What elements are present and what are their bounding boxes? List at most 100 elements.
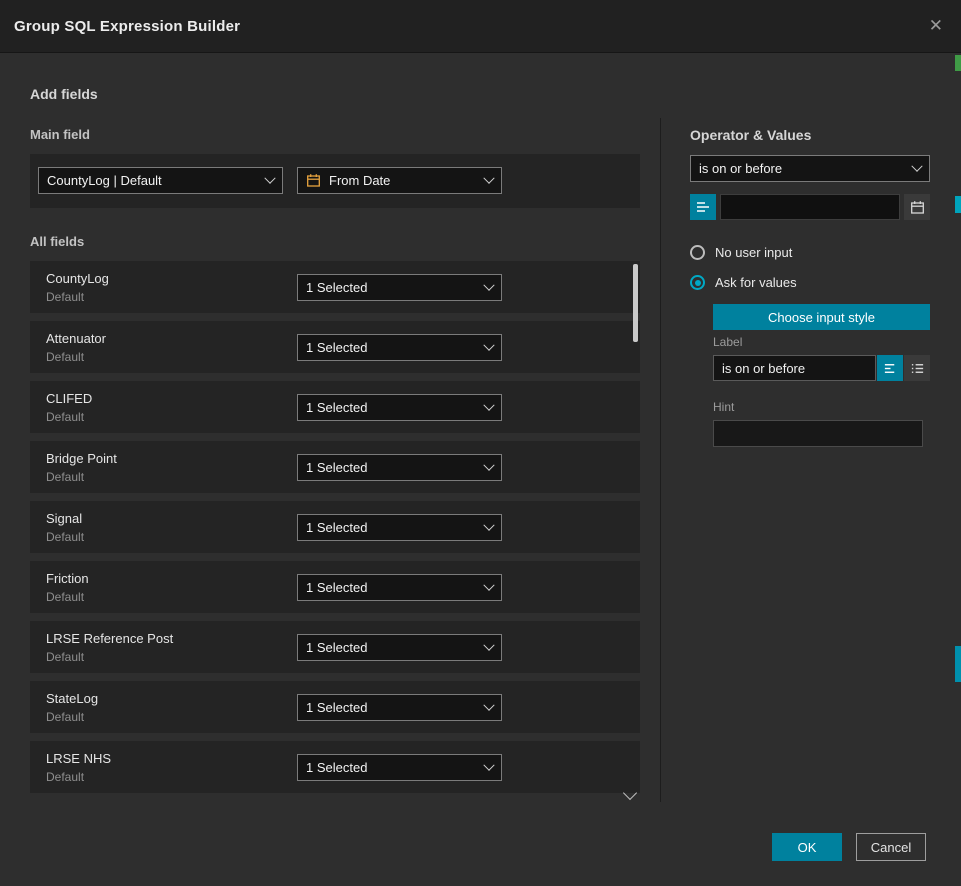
- label-row: [713, 355, 930, 381]
- ok-button[interactable]: OK: [772, 833, 842, 861]
- field-name: Attenuator: [46, 331, 297, 346]
- main-field-label: Main field: [30, 127, 90, 142]
- field-row: Attenuator Default 1 Selected: [30, 321, 640, 373]
- close-icon[interactable]: ✕: [929, 0, 943, 52]
- field-row: Signal Default 1 Selected: [30, 501, 640, 553]
- hint-input[interactable]: [713, 420, 923, 447]
- chevron-down-icon: [483, 639, 494, 650]
- field-selection-dropdown[interactable]: 1 Selected: [297, 334, 502, 361]
- chevron-down-icon: [483, 279, 494, 290]
- add-fields-heading: Add fields: [30, 86, 98, 102]
- field-subtitle: Default: [46, 470, 297, 484]
- field-selection-dropdown[interactable]: 1 Selected: [297, 694, 502, 721]
- field-selection-dropdown[interactable]: 1 Selected: [297, 274, 502, 301]
- field-selection-value: 1 Selected: [306, 520, 477, 535]
- field-subtitle: Default: [46, 410, 297, 424]
- field-row: CLIFED Default 1 Selected: [30, 381, 640, 433]
- value-row: [690, 194, 930, 220]
- ask-for-values-radio[interactable]: Ask for values: [690, 275, 797, 290]
- field-name: StateLog: [46, 691, 297, 706]
- operator-dropdown-value: is on or before: [699, 161, 905, 176]
- list-input-style-icon[interactable]: [904, 355, 930, 381]
- field-name: Friction: [46, 571, 297, 586]
- field-subtitle: Default: [46, 710, 297, 724]
- ask-for-values-label: Ask for values: [715, 275, 797, 290]
- field-meta: LRSE Reference Post Default: [46, 631, 297, 664]
- field-subtitle: Default: [46, 290, 297, 304]
- field-selection-value: 1 Selected: [306, 340, 477, 355]
- layer-dropdown[interactable]: CountyLog | Default: [38, 167, 283, 194]
- screen-edge-artifact: [955, 196, 961, 213]
- screen-edge-artifact: [955, 646, 961, 682]
- field-selection-value: 1 Selected: [306, 280, 477, 295]
- screen-edge-artifact: [955, 55, 961, 71]
- chevron-down-icon: [483, 459, 494, 470]
- field-subtitle: Default: [46, 590, 297, 604]
- field-meta: Attenuator Default: [46, 331, 297, 364]
- calendar-icon: [306, 173, 321, 188]
- field-selection-value: 1 Selected: [306, 700, 477, 715]
- label-input[interactable]: [713, 355, 876, 381]
- field-subtitle: Default: [46, 350, 297, 364]
- date-picker-icon[interactable]: [904, 194, 930, 220]
- operator-values-heading: Operator & Values: [690, 127, 811, 143]
- dialog-title: Group SQL Expression Builder: [0, 18, 240, 35]
- chevron-down-icon: [483, 339, 494, 350]
- field-selection-value: 1 Selected: [306, 460, 477, 475]
- label-caption: Label: [713, 335, 742, 349]
- fields-list: CountyLog Default 1 Selected Attenuator …: [30, 261, 640, 801]
- chevron-down-icon: [911, 160, 922, 171]
- layer-dropdown-value: CountyLog | Default: [47, 173, 258, 188]
- main-field-dropdown[interactable]: From Date: [297, 167, 502, 194]
- field-meta: LRSE NHS Default: [46, 751, 297, 784]
- main-field-band: CountyLog | Default From Date: [30, 154, 640, 208]
- all-fields-label: All fields: [30, 234, 84, 249]
- hint-caption: Hint: [713, 400, 734, 414]
- field-row: LRSE NHS Default 1 Selected: [30, 741, 640, 793]
- field-selection-dropdown[interactable]: 1 Selected: [297, 514, 502, 541]
- field-subtitle: Default: [46, 770, 297, 784]
- radio-circle-icon: [690, 245, 705, 260]
- no-user-input-label: No user input: [715, 245, 792, 260]
- field-name: CountyLog: [46, 271, 297, 286]
- field-meta: Signal Default: [46, 511, 297, 544]
- field-row: CountyLog Default 1 Selected: [30, 261, 640, 313]
- chevron-down-icon: [483, 699, 494, 710]
- field-meta: CLIFED Default: [46, 391, 297, 424]
- field-selection-value: 1 Selected: [306, 580, 477, 595]
- field-row: StateLog Default 1 Selected: [30, 681, 640, 733]
- chevron-down-icon: [483, 759, 494, 770]
- value-input[interactable]: [720, 194, 900, 220]
- chevron-down-icon: [264, 172, 275, 183]
- field-name: LRSE NHS: [46, 751, 297, 766]
- fields-list-scrollbar-thumb[interactable]: [633, 264, 638, 342]
- field-name: Bridge Point: [46, 451, 297, 466]
- chevron-down-icon: [483, 519, 494, 530]
- field-selection-dropdown[interactable]: 1 Selected: [297, 634, 502, 661]
- field-row: LRSE Reference Post Default 1 Selected: [30, 621, 640, 673]
- chevron-down-icon: [483, 172, 494, 183]
- field-meta: Friction Default: [46, 571, 297, 604]
- cancel-button[interactable]: Cancel: [856, 833, 926, 861]
- field-meta: CountyLog Default: [46, 271, 297, 304]
- field-selection-dropdown[interactable]: 1 Selected: [297, 394, 502, 421]
- no-user-input-radio[interactable]: No user input: [690, 245, 792, 260]
- choose-input-style-button[interactable]: Choose input style: [713, 304, 930, 330]
- field-selection-dropdown[interactable]: 1 Selected: [297, 754, 502, 781]
- radio-selected-icon: [690, 275, 705, 290]
- field-subtitle: Default: [46, 530, 297, 544]
- field-selection-dropdown[interactable]: 1 Selected: [297, 454, 502, 481]
- field-row: Friction Default 1 Selected: [30, 561, 640, 613]
- dialog-header: Group SQL Expression Builder ✕: [0, 0, 961, 53]
- panel-divider: [660, 118, 661, 802]
- value-input-mode-icon[interactable]: [690, 194, 716, 220]
- field-name: CLIFED: [46, 391, 297, 406]
- operator-dropdown[interactable]: is on or before: [690, 155, 930, 182]
- field-selection-dropdown[interactable]: 1 Selected: [297, 574, 502, 601]
- text-input-style-icon[interactable]: [877, 355, 903, 381]
- field-row: Bridge Point Default 1 Selected: [30, 441, 640, 493]
- field-name: Signal: [46, 511, 297, 526]
- field-selection-value: 1 Selected: [306, 640, 477, 655]
- field-meta: StateLog Default: [46, 691, 297, 724]
- field-meta: Bridge Point Default: [46, 451, 297, 484]
